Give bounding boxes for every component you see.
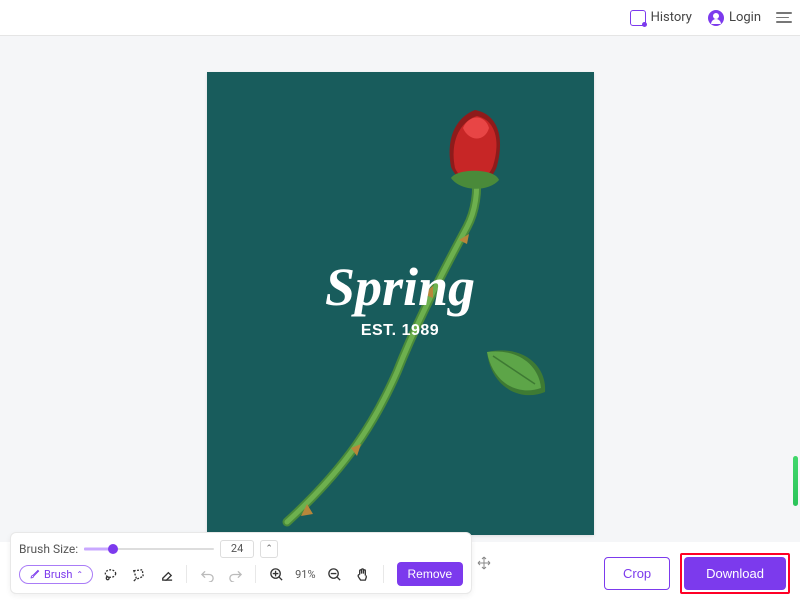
action-buttons: Crop Download xyxy=(604,553,790,594)
brush-size-slider[interactable] xyxy=(84,542,214,556)
redo-button[interactable] xyxy=(224,564,246,584)
artboard-text: Spring EST. 1989 xyxy=(325,260,475,340)
artboard-subtitle: EST. 1989 xyxy=(325,322,475,340)
login-button[interactable]: Login xyxy=(703,7,766,29)
crop-button[interactable]: Crop xyxy=(604,557,670,590)
brush-button-label: Brush xyxy=(44,568,72,581)
lasso-tool[interactable] xyxy=(99,564,121,584)
drag-handle-icon[interactable] xyxy=(475,554,493,572)
history-label: History xyxy=(651,10,692,25)
artboard[interactable]: Spring EST. 1989 xyxy=(207,72,594,535)
zoom-level: 91% xyxy=(293,568,317,581)
zoom-out-button[interactable] xyxy=(324,564,346,584)
brush-size-label: Brush Size: xyxy=(19,542,78,556)
brush-tool-button[interactable]: Brush ⌃ xyxy=(19,565,93,584)
artboard-title: Spring xyxy=(325,260,475,314)
brush-icon xyxy=(29,569,40,580)
undo-button[interactable] xyxy=(196,564,218,584)
hand-tool[interactable] xyxy=(352,564,374,584)
brush-size-stepper[interactable]: ⌃ xyxy=(260,540,278,558)
history-icon xyxy=(630,10,646,26)
tool-panel: Brush Size: 24 ⌃ Brush ⌃ 91% xyxy=(10,532,472,594)
remove-button[interactable]: Remove xyxy=(397,562,464,586)
download-highlight: Download xyxy=(680,553,790,594)
scroll-indicator[interactable] xyxy=(793,456,798,506)
canvas-area: Spring EST. 1989 xyxy=(0,36,800,546)
eraser-tool[interactable] xyxy=(155,564,177,584)
poly-lasso-tool[interactable] xyxy=(127,564,149,584)
hamburger-menu[interactable] xyxy=(772,8,788,27)
user-icon xyxy=(708,10,724,26)
app-header: History Login xyxy=(0,0,800,36)
chevron-up-icon: ⌃ xyxy=(76,570,83,579)
bottom-bar: Brush Size: 24 ⌃ Brush ⌃ 91% xyxy=(0,542,800,604)
download-button[interactable]: Download xyxy=(684,557,786,590)
history-button[interactable]: History xyxy=(625,7,697,29)
zoom-in-button[interactable] xyxy=(265,564,287,584)
login-label: Login xyxy=(729,10,761,25)
brush-size-value[interactable]: 24 xyxy=(220,540,254,558)
